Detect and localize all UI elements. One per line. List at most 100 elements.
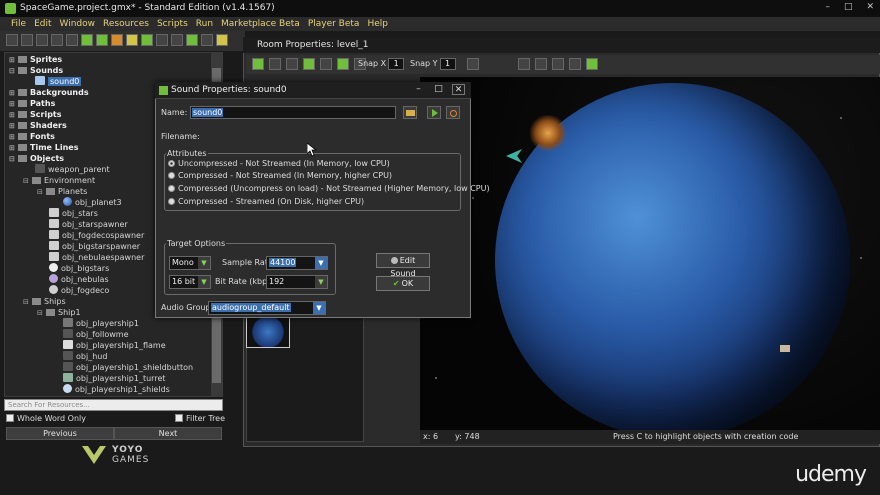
- save-project-icon[interactable]: [36, 34, 48, 46]
- help-icon[interactable]: [586, 58, 598, 70]
- radio-icon[interactable]: [168, 172, 175, 179]
- tree-planets[interactable]: ⊟ Planets: [37, 186, 87, 197]
- attr-uncompressed-radio[interactable]: Uncompressed - Not Streamed (In Memory, …: [168, 159, 390, 168]
- close-button[interactable]: ✕: [866, 2, 874, 12]
- sort-y-icon[interactable]: [337, 58, 349, 70]
- chevron-down-icon[interactable]: ▼: [198, 257, 210, 269]
- radio-icon[interactable]: [168, 198, 175, 205]
- new-project-icon[interactable]: [6, 34, 18, 46]
- tree-sprites[interactable]: ⊞ Sprites: [9, 54, 62, 65]
- menu-scripts[interactable]: Scripts: [157, 17, 188, 31]
- create-sound-icon[interactable]: [156, 34, 168, 46]
- tree-ship1[interactable]: ⊟ Ship1: [37, 307, 81, 318]
- sort-x-icon[interactable]: [320, 58, 332, 70]
- whole-word-checkbox[interactable]: Whole Word Only: [6, 414, 86, 423]
- ok-button[interactable]: ✔ OK: [376, 276, 430, 291]
- tree-obj-fogdeco[interactable]: obj_fogdeco: [49, 285, 109, 296]
- create-font-icon[interactable]: [216, 34, 228, 46]
- menu-file[interactable]: File: [11, 17, 26, 31]
- tree-obj-playership1-flame[interactable]: obj_playership1_flame: [63, 340, 166, 351]
- fill-icon[interactable]: [569, 58, 581, 70]
- tree-obj-followme[interactable]: obj_followme: [63, 329, 129, 340]
- bit-rate-select[interactable]: 192 ▼: [266, 275, 328, 289]
- create-path-icon[interactable]: [186, 34, 198, 46]
- next-button[interactable]: Next: [114, 427, 222, 440]
- checkbox-icon[interactable]: [175, 414, 183, 422]
- open-project-icon[interactable]: [21, 34, 33, 46]
- create-background-icon[interactable]: [171, 34, 183, 46]
- export-icon[interactable]: [51, 34, 63, 46]
- tree-obj-playership1-turret[interactable]: obj_playership1_turret: [63, 373, 166, 384]
- grid-icon[interactable]: [467, 58, 479, 72]
- tree-obj-nebulas[interactable]: obj_nebulas: [49, 274, 109, 285]
- tree-objects[interactable]: ⊟ Objects: [9, 153, 64, 164]
- tree-obj-playership1[interactable]: obj_playership1: [63, 318, 139, 329]
- radio-icon[interactable]: [168, 185, 175, 192]
- chevron-down-icon[interactable]: ▼: [315, 276, 327, 288]
- channels-select[interactable]: Mono ▼: [169, 256, 211, 270]
- tree-obj-nebulaespawner[interactable]: obj_nebulaespawner: [49, 252, 144, 263]
- create-script-icon[interactable]: [201, 34, 213, 46]
- tree-obj-starspawner[interactable]: obj_starspawner: [49, 219, 128, 230]
- tree-paths[interactable]: ⊞ Paths: [9, 98, 55, 109]
- planet-thumbnail[interactable]: [246, 316, 290, 348]
- stop-sound-button[interactable]: [446, 106, 460, 119]
- confirm-icon[interactable]: [252, 58, 264, 70]
- dialog-maximize-button[interactable]: □: [432, 84, 445, 95]
- run-icon[interactable]: [81, 34, 93, 46]
- undo-icon[interactable]: [269, 58, 281, 70]
- audio-group-select[interactable]: audiogroup_default ▼: [208, 301, 326, 315]
- tree-obj-bigstars[interactable]: obj_bigstars: [49, 263, 109, 274]
- search-input[interactable]: Search For Resources...: [4, 399, 223, 411]
- edit-sound-button[interactable]: Edit Sound: [376, 253, 430, 278]
- tree-obj-bigstarspawner[interactable]: obj_bigstarspawner: [49, 241, 140, 252]
- menu-window[interactable]: Window: [60, 17, 96, 31]
- tree-obj-hud[interactable]: obj_hud: [63, 351, 107, 362]
- maximize-button[interactable]: □: [844, 2, 853, 12]
- collapse-icon[interactable]: ⊟: [9, 66, 16, 77]
- clear-icon[interactable]: [286, 58, 298, 70]
- tree-sound0[interactable]: sound0: [35, 76, 82, 87]
- snap-x-input[interactable]: 1: [388, 58, 405, 70]
- attr-uncompress-on-load-radio[interactable]: Compressed (Uncompress on load) - Not St…: [168, 184, 490, 193]
- filter-tree-checkbox[interactable]: Filter Tree: [175, 414, 225, 423]
- nebula-sprite[interactable]: [528, 115, 568, 151]
- tree-obj-fogdecospawner[interactable]: obj_fogdecospawner: [49, 230, 144, 241]
- menu-marketplace[interactable]: Marketplace Beta: [221, 17, 300, 31]
- tree-weapon-parent[interactable]: weapon_parent: [35, 164, 110, 175]
- bit-depth-select[interactable]: 16 bit ▼: [169, 275, 211, 289]
- minimize-button[interactable]: –: [825, 2, 830, 12]
- create-sprite-icon[interactable]: [141, 34, 153, 46]
- name-input[interactable]: sound0: [190, 106, 396, 119]
- collapse-icon[interactable]: ⊟: [37, 187, 44, 198]
- tree-obj-playership1-shields[interactable]: obj_playership1_shields: [63, 384, 170, 395]
- previous-button[interactable]: Previous: [6, 427, 114, 440]
- tree-sounds[interactable]: ⊟ Sounds: [9, 65, 63, 76]
- collapse-icon[interactable]: ⊟: [23, 176, 30, 187]
- stop-icon[interactable]: [111, 34, 123, 46]
- tree-shaders[interactable]: ⊞ Shaders: [9, 120, 67, 131]
- dialog-close-button[interactable]: ✕: [452, 84, 465, 95]
- dialog-minimize-button[interactable]: –: [412, 84, 425, 95]
- menu-resources[interactable]: Resources: [103, 17, 149, 31]
- chevron-down-icon[interactable]: ▼: [198, 276, 210, 288]
- menu-help[interactable]: Help: [367, 17, 388, 31]
- radio-icon[interactable]: [168, 160, 175, 167]
- collapse-icon[interactable]: ⊟: [37, 308, 44, 319]
- tree-fonts[interactable]: ⊞ Fonts: [9, 131, 55, 142]
- tree-ships[interactable]: ⊟ Ships: [23, 296, 66, 307]
- clean-icon[interactable]: [126, 34, 138, 46]
- tree-obj-playership1-shieldbutton[interactable]: obj_playership1_shieldbutton: [63, 362, 193, 373]
- zoom-reset-icon[interactable]: [535, 58, 547, 70]
- load-sound-button[interactable]: [403, 106, 417, 119]
- menu-run[interactable]: Run: [196, 17, 213, 31]
- attr-streamed-radio[interactable]: Compressed - Streamed (On Disk, higher C…: [168, 197, 364, 206]
- snap-y-input[interactable]: 1: [439, 58, 456, 70]
- debug-icon[interactable]: [96, 34, 108, 46]
- tree-backgrounds[interactable]: ⊞ Backgrounds: [9, 87, 89, 98]
- checkbox-icon[interactable]: [6, 414, 14, 422]
- chevron-down-icon[interactable]: ▼: [315, 257, 327, 269]
- create-exe-icon[interactable]: [66, 34, 78, 46]
- attr-compressed-radio[interactable]: Compressed - Not Streamed (In Memory, hi…: [168, 171, 392, 180]
- tree-environment[interactable]: ⊟ Environment: [23, 175, 95, 186]
